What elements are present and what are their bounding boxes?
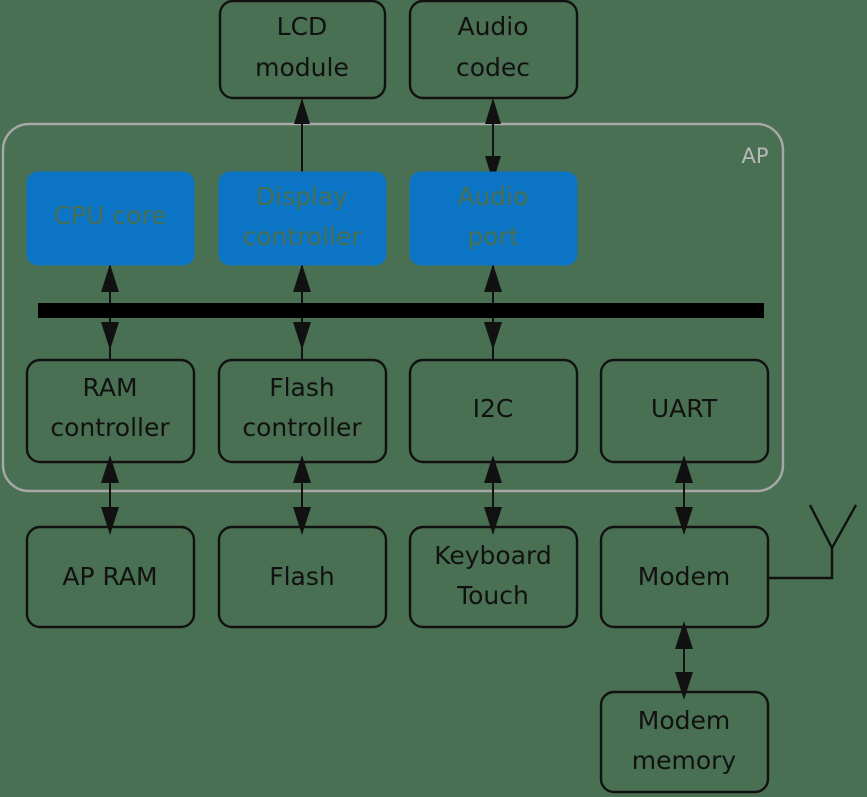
block-modem-memory[interactable]: Modem memory [599, 690, 770, 794]
block-lcd-module-label-line2: module [255, 53, 349, 82]
block-ap-ram[interactable]: AP RAM [25, 525, 196, 629]
block-modem-label: Modem [638, 562, 730, 591]
connector-display-to-lcd [294, 98, 310, 172]
block-audio-port[interactable]: Audio port [409, 171, 578, 266]
block-flash[interactable]: Flash [217, 525, 388, 629]
block-flash-controller[interactable]: Flash controller [217, 358, 388, 464]
block-display-controller-label-line2: controller [242, 222, 362, 251]
ap-container-label: AP [741, 144, 768, 168]
block-uart[interactable]: UART [599, 358, 770, 464]
block-cpu-core[interactable]: CPU core [26, 171, 195, 266]
block-keyboard-touch[interactable]: Keyboard Touch [408, 525, 579, 629]
connector-i2c-to-keyboard [484, 455, 502, 535]
block-ap-ram-label: AP RAM [62, 562, 157, 591]
block-i2c-label: I2C [473, 394, 514, 423]
block-modem-memory-label-line1: Modem [638, 706, 730, 735]
block-keyboard-touch-label-line2: Touch [456, 581, 529, 610]
connector-ramctrl-to-apram [101, 455, 119, 535]
block-modem-memory-label-line2: memory [632, 746, 737, 775]
block-audio-codec[interactable]: Audio codec [408, 0, 579, 100]
connector-audioport-to-codec [485, 98, 501, 182]
connector-modem-to-modemmemory [675, 621, 693, 700]
block-flash-controller-label-line1: Flash [269, 373, 335, 402]
block-flash-label: Flash [269, 562, 335, 591]
diagram-canvas: AP LCD module Audio codec CPU core Displ… [1, 0, 858, 794]
connector-modem-to-antenna [768, 504, 858, 580]
block-ram-controller-label-line1: RAM [82, 373, 137, 402]
block-audio-codec-label-line1: Audio [457, 12, 528, 41]
block-uart-label: UART [651, 394, 718, 423]
block-diagram: AP LCD module Audio codec CPU core Displ… [0, 0, 867, 797]
block-modem[interactable]: Modem [599, 525, 770, 629]
connector-flashctrl-to-flash [293, 455, 311, 535]
block-i2c[interactable]: I2C [408, 358, 579, 464]
block-audio-port-label-line2: port [467, 222, 518, 251]
connector-uart-to-modem [675, 455, 693, 535]
block-lcd-module-label-line1: LCD [277, 12, 328, 41]
block-ram-controller-label-line2: controller [50, 413, 170, 442]
block-cpu-core-label: CPU core [54, 201, 167, 230]
block-lcd-module[interactable]: LCD module [218, 0, 387, 100]
block-audio-codec-label-line2: codec [456, 53, 530, 82]
system-bus [38, 303, 764, 318]
block-display-controller-label-line1: Display [256, 182, 348, 211]
block-flash-controller-label-line2: controller [242, 413, 362, 442]
block-ram-controller[interactable]: RAM controller [25, 358, 196, 464]
block-audio-port-label-line1: Audio [457, 182, 528, 211]
block-keyboard-touch-label-line1: Keyboard [434, 541, 552, 570]
block-display-controller[interactable]: Display controller [218, 171, 387, 266]
